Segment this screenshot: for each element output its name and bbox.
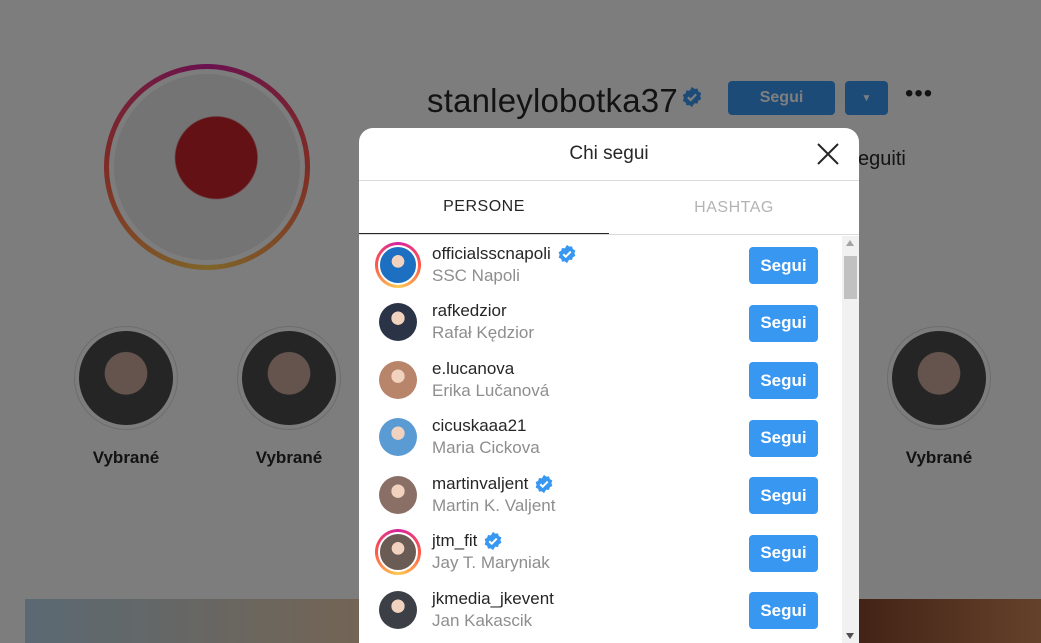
user-info: e.lucanova Erika Lučanová (432, 359, 549, 401)
user-avatar-ring[interactable] (375, 241, 421, 288)
follow-button[interactable]: Segui (749, 592, 818, 629)
username-link[interactable]: martinvaljent (432, 474, 528, 494)
user-info: rafkedzior Rafał Kędzior (432, 301, 534, 343)
list-item[interactable]: jtm_fit Jay T. Maryniak Segui (359, 524, 842, 582)
scroll-down-arrow-icon[interactable] (846, 633, 854, 639)
username-line: e.lucanova (432, 359, 549, 379)
user-avatar-ring[interactable] (375, 587, 421, 633)
username-link[interactable]: e.lucanova (432, 359, 514, 379)
list-item[interactable]: e.lucanova Erika Lučanová Segui (359, 351, 842, 409)
dialog-tabs: PERSONE HASHTAG (359, 181, 859, 235)
user-info: martinvaljent Martin K. Valjent (432, 474, 555, 516)
dialog-header: Chi segui (359, 128, 859, 181)
username-line: jkmedia_jkevent (432, 589, 554, 609)
user-avatar-ring[interactable] (375, 299, 421, 345)
verified-icon (485, 532, 502, 551)
username-link[interactable]: rafkedzior (432, 301, 507, 321)
user-info: cicuskaaa21 Maria Cickova (432, 416, 540, 458)
follow-button[interactable]: Segui (749, 304, 818, 342)
avatar (379, 590, 417, 629)
following-dialog: Chi segui PERSONE HASHTAG officialsscnap… (359, 128, 859, 643)
avatar (379, 418, 417, 457)
username-line: martinvaljent (432, 474, 555, 494)
avatar (379, 360, 417, 399)
verified-icon (558, 244, 576, 263)
user-avatar-ring[interactable] (375, 414, 421, 460)
scrollbar[interactable] (842, 236, 859, 643)
following-list[interactable]: officialsscnapoli SSC Napoli Segui rafke… (359, 236, 842, 643)
follow-button[interactable]: Segui (749, 477, 818, 514)
user-avatar-ring[interactable] (375, 529, 421, 576)
username-line: cicuskaaa21 (432, 416, 540, 436)
user-avatar-ring[interactable] (375, 472, 421, 518)
user-avatar-ring[interactable] (375, 357, 421, 403)
follow-button[interactable]: Segui (749, 534, 818, 572)
list-item[interactable]: officialsscnapoli SSC Napoli Segui (359, 236, 842, 294)
user-info: officialsscnapoli SSC Napoli (432, 244, 577, 286)
scroll-up-arrow-icon[interactable] (846, 240, 854, 246)
username-link[interactable]: jtm_fit (432, 531, 477, 551)
username-link[interactable]: cicuskaaa21 (432, 416, 527, 436)
username-line: jtm_fit (432, 531, 550, 551)
full-name: Jan Kakascik (432, 610, 533, 630)
list-item[interactable]: martinvaljent Martin K. Valjent Segui (359, 466, 842, 524)
username-link[interactable]: officialsscnapoli (432, 244, 551, 264)
full-name: Martin K. Valjent (432, 495, 556, 515)
user-info: jtm_fit Jay T. Maryniak (432, 531, 550, 573)
full-name: Erika Lučanová (432, 380, 550, 400)
full-name: Jay T. Maryniak (432, 553, 550, 573)
follow-button[interactable]: Segui (749, 247, 818, 284)
username-line: rafkedzior (432, 301, 534, 321)
close-icon[interactable] (815, 141, 841, 167)
follow-button[interactable]: Segui (749, 419, 818, 457)
username-link[interactable]: jkmedia_jkevent (432, 589, 554, 609)
list-item[interactable]: rafkedzior Rafał Kędzior Segui (359, 294, 842, 352)
full-name: Rafał Kędzior (432, 323, 535, 343)
list-item[interactable]: jkmedia_jkevent Jan Kakascik Segui (359, 581, 842, 639)
full-name: Maria Cickova (432, 438, 540, 458)
avatar (379, 475, 417, 514)
full-name: SSC Napoli (432, 265, 520, 285)
tab-persone[interactable]: PERSONE (359, 181, 609, 234)
list-item[interactable]: cicuskaaa21 Maria Cickova Segui (359, 409, 842, 467)
scroll-thumb[interactable] (844, 256, 857, 299)
username-line: officialsscnapoli (432, 244, 577, 264)
avatar (378, 532, 418, 573)
user-info: jkmedia_jkevent Jan Kakascik (432, 589, 554, 631)
avatar (379, 303, 417, 342)
dialog-title: Chi segui (569, 143, 649, 164)
avatar (378, 244, 418, 285)
follow-button[interactable]: Segui (749, 362, 818, 399)
verified-icon (536, 474, 553, 493)
tab-hashtag[interactable]: HASHTAG (609, 181, 859, 234)
